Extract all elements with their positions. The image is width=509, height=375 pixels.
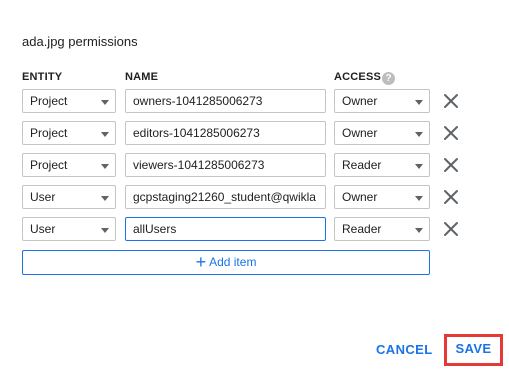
entity-select-value: Project: [30, 94, 68, 108]
close-icon[interactable]: [442, 188, 460, 206]
name-input[interactable]: gcpstaging21260_student@qwikla: [125, 185, 326, 209]
permission-row: User gcpstaging21260_student@qwikla Owne…: [0, 185, 509, 209]
close-icon[interactable]: [442, 92, 460, 110]
close-icon[interactable]: [442, 156, 460, 174]
plus-icon: +: [195, 252, 207, 272]
name-input[interactable]: owners-1041285006273: [125, 89, 326, 113]
chevron-down-icon: [415, 164, 423, 169]
help-icon[interactable]: ?: [382, 72, 395, 85]
permission-row: Project owners-1041285006273 Owner: [0, 89, 509, 113]
name-input[interactable]: allUsers: [125, 217, 326, 241]
chevron-down-icon: [415, 132, 423, 137]
entity-column-header: ENTITY: [22, 71, 63, 83]
access-select-value: Owner: [342, 126, 378, 140]
access-column-header: ACCESS: [334, 71, 382, 83]
save-button[interactable]: SAVE: [444, 334, 503, 366]
chevron-down-icon: [101, 164, 109, 169]
close-icon[interactable]: [442, 124, 460, 142]
add-item-label: Add item: [209, 255, 257, 269]
entity-select-value: Project: [30, 158, 68, 172]
access-select-value: Reader: [342, 158, 382, 172]
entity-select[interactable]: Project: [22, 153, 116, 177]
add-item-button[interactable]: + Add item: [22, 250, 430, 275]
entity-select-value: User: [30, 222, 56, 236]
entity-select-value: User: [30, 190, 56, 204]
access-select[interactable]: Reader: [334, 153, 430, 177]
chevron-down-icon: [101, 100, 109, 105]
chevron-down-icon: [415, 228, 423, 233]
close-icon[interactable]: [442, 220, 460, 238]
name-column-header: NAME: [125, 71, 159, 83]
permission-row: Project viewers-1041285006273 Reader: [0, 153, 509, 177]
name-input[interactable]: editors-1041285006273: [125, 121, 326, 145]
permission-row: User allUsers Reader: [0, 217, 509, 241]
access-select[interactable]: Owner: [334, 121, 430, 145]
entity-select[interactable]: Project: [22, 121, 116, 145]
chevron-down-icon: [101, 132, 109, 137]
chevron-down-icon: [415, 196, 423, 201]
chevron-down-icon: [101, 228, 109, 233]
access-select-value: Owner: [342, 94, 378, 108]
access-select[interactable]: Owner: [334, 89, 430, 113]
access-select-value: Owner: [342, 190, 378, 204]
permission-row: Project editors-1041285006273 Owner: [0, 121, 509, 145]
entity-select[interactable]: User: [22, 185, 116, 209]
chevron-down-icon: [101, 196, 109, 201]
access-select[interactable]: Reader: [334, 217, 430, 241]
entity-select[interactable]: Project: [22, 89, 116, 113]
chevron-down-icon: [415, 100, 423, 105]
entity-select-value: Project: [30, 126, 68, 140]
access-select[interactable]: Owner: [334, 185, 430, 209]
name-input[interactable]: viewers-1041285006273: [125, 153, 326, 177]
access-select-value: Reader: [342, 222, 382, 236]
cancel-button[interactable]: CANCEL: [376, 339, 433, 363]
entity-select[interactable]: User: [22, 217, 116, 241]
dialog-title: ada.jpg permissions: [22, 34, 138, 49]
